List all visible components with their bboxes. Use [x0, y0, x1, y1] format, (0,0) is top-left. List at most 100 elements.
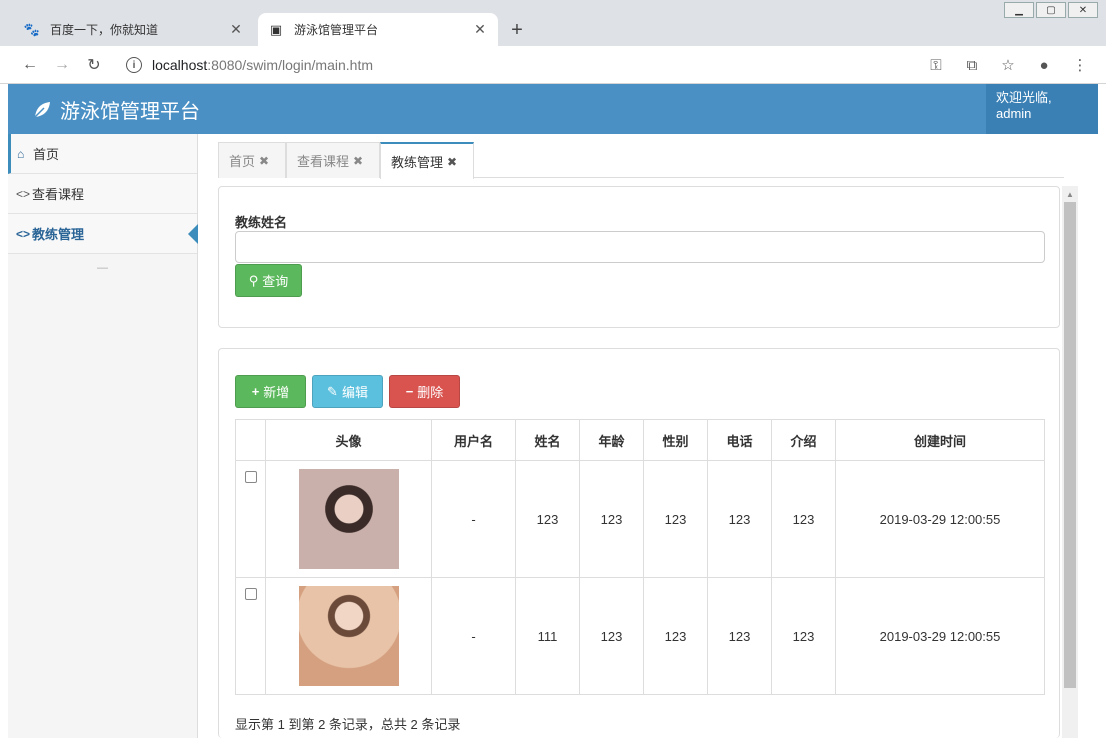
welcome-text: 欢迎光临,	[996, 90, 1052, 105]
leaf-icon	[32, 100, 52, 120]
brand: 游泳馆管理平台	[32, 95, 200, 124]
browser-tab-baidu[interactable]: 🐾 百度一下，你就知道 ✕	[14, 13, 254, 46]
table-header-row: 头像 用户名 姓名 年龄 性别 电话 介绍 创建时间	[235, 419, 1045, 461]
browser-tab-swim[interactable]: ▣ 游泳馆管理平台 ✕	[258, 13, 498, 46]
back-arrow-icon[interactable]: ←	[20, 55, 40, 75]
name-cell: 111	[515, 577, 580, 695]
scroll-up-icon[interactable]: ▲	[1062, 186, 1078, 202]
column-header[interactable]: 头像	[265, 419, 432, 461]
column-header[interactable]: 用户名	[431, 419, 516, 461]
avatar-cell	[265, 577, 432, 695]
delete-button-label: 删除	[417, 385, 444, 400]
delete-button[interactable]: − 删除	[389, 375, 460, 408]
app-header: 游泳馆管理平台 欢迎光临, admin	[8, 84, 1098, 134]
avatar-cell	[265, 460, 432, 578]
minimize-button[interactable]: ▁	[1004, 2, 1034, 18]
url-path: :8080/swim/login/main.htm	[207, 57, 374, 73]
browser-actions: ⚿ ⧉ ☆ ● ⋮	[926, 55, 1090, 75]
column-header[interactable]: 姓名	[515, 419, 580, 461]
tab-coaches[interactable]: 教练管理 ✖	[380, 142, 474, 179]
minus-icon: −	[405, 384, 414, 399]
search-panel: 教练姓名 ⚲ 查询	[218, 186, 1060, 328]
menu-icon[interactable]: ⋮	[1070, 55, 1090, 75]
tab-courses[interactable]: 查看课程 ✖	[286, 142, 380, 178]
close-tab-icon[interactable]: ✖	[353, 154, 363, 168]
tab-label: 查看课程	[297, 154, 350, 169]
close-tab-icon[interactable]: ✕	[228, 21, 244, 38]
window-controls: ▁ ▢ ✕	[1002, 2, 1098, 18]
tab-home[interactable]: 首页 ✖	[218, 142, 286, 178]
column-header[interactable]: 电话	[707, 419, 772, 461]
close-tab-icon[interactable]: ✖	[447, 155, 457, 169]
gender-cell: 123	[643, 577, 708, 695]
tab-label: 教练管理	[391, 155, 444, 170]
code-arrows-icon: <>	[16, 226, 31, 241]
maximize-button[interactable]: ▢	[1036, 2, 1066, 18]
brand-title: 游泳馆管理平台	[60, 101, 200, 123]
star-icon[interactable]: ☆	[998, 55, 1018, 75]
code-arrows-icon: <>	[16, 186, 31, 201]
account-icon[interactable]: ●	[1034, 55, 1054, 75]
username-cell: -	[431, 460, 516, 578]
address-bar: ← → ↻ i localhost:8080/swim/login/main.h…	[0, 46, 1106, 84]
column-header[interactable]: 性别	[643, 419, 708, 461]
translate-icon[interactable]: ⧉	[962, 55, 982, 75]
created-cell: 2019-03-29 12:00:55	[835, 577, 1045, 695]
sidebar-item-label: 教练管理	[32, 227, 85, 242]
sidebar-item-courses[interactable]: <> 查看课程	[8, 174, 197, 214]
created-cell: 2019-03-29 12:00:55	[835, 460, 1045, 578]
content-scrollbar[interactable]: ▲	[1062, 186, 1078, 738]
add-button[interactable]: + 新增	[235, 375, 306, 408]
table-row[interactable]: - 111 123 123 123 123 2019-03-29 12:00:5…	[235, 577, 1045, 695]
edit-button[interactable]: ✎ 编辑	[312, 375, 383, 408]
close-tab-icon[interactable]: ✖	[259, 154, 269, 168]
column-header[interactable]: 介绍	[771, 419, 836, 461]
sidebar-item-label: 首页	[33, 147, 60, 162]
search-icon: ⚲	[248, 272, 259, 288]
sidebar-item-label: 查看课程	[32, 187, 85, 202]
intro-cell: 123	[771, 577, 836, 695]
browser-tab-title: 游泳馆管理平台	[294, 23, 379, 37]
sidebar-item-coaches[interactable]: <> 教练管理	[8, 214, 198, 254]
close-window-button[interactable]: ✕	[1068, 2, 1098, 18]
scrollbar-thumb[interactable]	[1064, 202, 1076, 688]
key-icon[interactable]: ⚿	[926, 55, 946, 75]
content-tabs: 首页 ✖ 查看课程 ✖ 教练管理 ✖	[218, 142, 1064, 179]
username: admin	[996, 106, 1032, 121]
browser-tabstrip: 🐾 百度一下，你就知道 ✕ ▣ 游泳馆管理平台 ✕ + ▁ ▢ ✕	[0, 0, 1106, 46]
baidu-paw-icon: 🐾	[23, 21, 41, 37]
gender-cell: 123	[643, 460, 708, 578]
forward-arrow-icon[interactable]: →	[52, 55, 72, 75]
url-host: localhost	[152, 57, 208, 73]
phone-cell: 123	[707, 577, 772, 695]
coach-name-input[interactable]	[235, 231, 1045, 263]
welcome-box: 欢迎光临, admin	[986, 84, 1098, 134]
reload-icon[interactable]: ↻	[84, 55, 104, 75]
row-checkbox[interactable]	[244, 588, 257, 600]
sidebar-collapse-toggle[interactable]: —	[8, 254, 197, 282]
row-checkbox[interactable]	[244, 471, 257, 483]
column-header[interactable]: 年龄	[579, 419, 644, 461]
edit-button-label: 编辑	[341, 385, 368, 400]
edit-icon: ✎	[327, 383, 338, 399]
info-icon[interactable]: i	[126, 57, 142, 73]
home-icon: ⌂	[17, 146, 25, 161]
url-field[interactable]: i localhost:8080/swim/login/main.htm	[120, 52, 970, 78]
pagination-summary: 显示第 1 到第 2 条记录，总共 2 条记录	[235, 717, 461, 732]
plus-icon: +	[251, 384, 260, 399]
avatar-photo	[298, 586, 399, 686]
search-button[interactable]: ⚲ 查询	[235, 264, 302, 297]
sidebar: ⌂ 首页 <> 查看课程 <> 教练管理 —	[8, 134, 198, 738]
name-cell: 123	[515, 460, 580, 578]
data-panel: + 新增 ✎ 编辑 − 删除 头像 用户名 姓名 年龄 性别 电话 介绍 创建时…	[218, 348, 1060, 738]
page-favicon-icon: ▣	[269, 21, 283, 37]
column-header[interactable]: 创建时间	[835, 419, 1045, 461]
new-tab-button[interactable]: +	[504, 17, 530, 43]
phone-cell: 123	[707, 460, 772, 578]
tab-label: 首页	[229, 154, 256, 169]
add-button-label: 新增	[263, 385, 290, 400]
close-tab-icon[interactable]: ✕	[472, 21, 488, 38]
avatar-photo	[298, 469, 399, 569]
sidebar-item-home[interactable]: ⌂ 首页	[8, 134, 197, 174]
table-row[interactable]: - 123 123 123 123 123 2019-03-29 12:00:5…	[235, 460, 1045, 578]
